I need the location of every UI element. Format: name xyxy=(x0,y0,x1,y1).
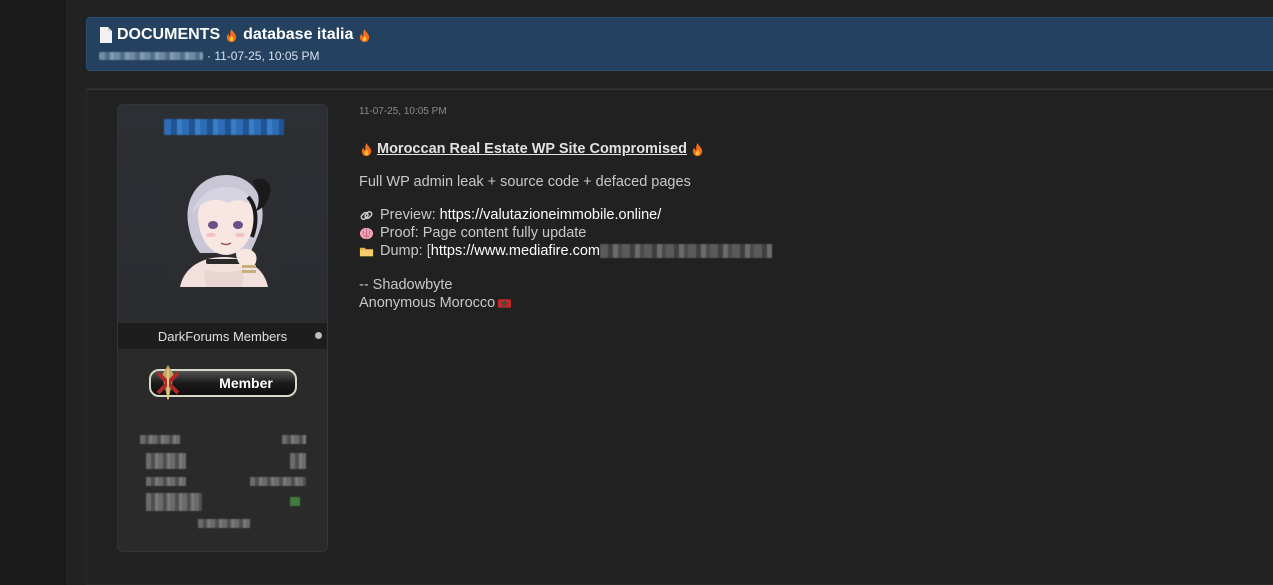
dump-label: Dump: [ xyxy=(380,243,431,259)
redacted-stat-value xyxy=(290,453,306,469)
avatar[interactable] xyxy=(166,163,282,287)
link-icon xyxy=(360,210,373,220)
redacted-url xyxy=(600,244,772,258)
post-heading: Moroccan Real Estate WP Site Compromised xyxy=(359,140,1239,158)
post-heading-text: Moroccan Real Estate WP Site Compromised xyxy=(377,141,687,157)
signature-line-1: -- Shadowbyte xyxy=(359,277,453,293)
post-summary: Full WP admin leak + source code + defac… xyxy=(359,174,691,190)
preview-link[interactable]: https://valutazioneimmobile.online/ xyxy=(440,206,662,224)
redacted-stat-footer xyxy=(198,519,250,528)
redacted-stat-label xyxy=(146,477,186,486)
post-date: 11-07-25, 10:05 PM xyxy=(359,106,447,117)
author-card: DarkForums Members Member xyxy=(117,104,328,552)
fire-icon xyxy=(361,142,372,156)
left-gutter xyxy=(0,0,67,585)
dump-link[interactable]: https://www.mediafire.com xyxy=(431,242,600,260)
thread-header: DOCUMENTS database italia · 11-07-25, 10… xyxy=(86,17,1273,71)
user-group-label: DarkForums Members xyxy=(157,328,288,344)
thread-title-main: database italia xyxy=(243,26,354,43)
thread-title[interactable]: DOCUMENTS database italia xyxy=(99,26,372,44)
document-icon xyxy=(100,27,112,43)
redacted-username[interactable] xyxy=(164,119,284,135)
proof-text: Proof: Page content fully update xyxy=(380,225,587,241)
post-body: Moroccan Real Estate WP Site Compromised… xyxy=(359,140,1239,312)
redacted-stat-value xyxy=(290,497,300,506)
author-profile xyxy=(118,105,327,323)
signature-text: Anonymous Morocco xyxy=(359,295,496,311)
divider xyxy=(87,89,1273,90)
rank-badge: Member xyxy=(149,365,297,401)
user-stats xyxy=(140,435,310,535)
redacted-stat-label xyxy=(146,453,186,469)
online-status-icon xyxy=(315,332,322,339)
fire-icon xyxy=(692,142,703,156)
preview-label: Preview: xyxy=(380,207,436,223)
proof-line: Proof: Page content fully update xyxy=(359,224,1239,242)
redacted-stat-label xyxy=(146,493,202,511)
dump-line: Dump: [ https://www.mediafire.com xyxy=(359,242,1239,260)
redacted-stat-label xyxy=(140,435,180,444)
redacted-stat-value xyxy=(250,477,306,486)
brain-icon xyxy=(359,227,374,239)
user-group: DarkForums Members xyxy=(118,323,327,349)
thread-meta: · 11-07-25, 10:05 PM xyxy=(99,49,320,63)
rank-label: Member xyxy=(219,375,273,391)
preview-line: Preview: https://valutazioneimmobile.onl… xyxy=(359,206,1239,224)
fire-icon xyxy=(360,28,370,42)
fire-icon xyxy=(226,28,237,42)
flag-icon xyxy=(498,298,512,308)
redacted-author-name xyxy=(99,52,203,60)
signature-line-2: Anonymous Morocco xyxy=(359,294,1239,312)
redacted-stat-value xyxy=(282,435,306,444)
thread-title-prefix: DOCUMENTS xyxy=(117,26,221,43)
folder-icon xyxy=(359,247,374,256)
thread-date: · 11-07-25, 10:05 PM xyxy=(207,49,320,63)
